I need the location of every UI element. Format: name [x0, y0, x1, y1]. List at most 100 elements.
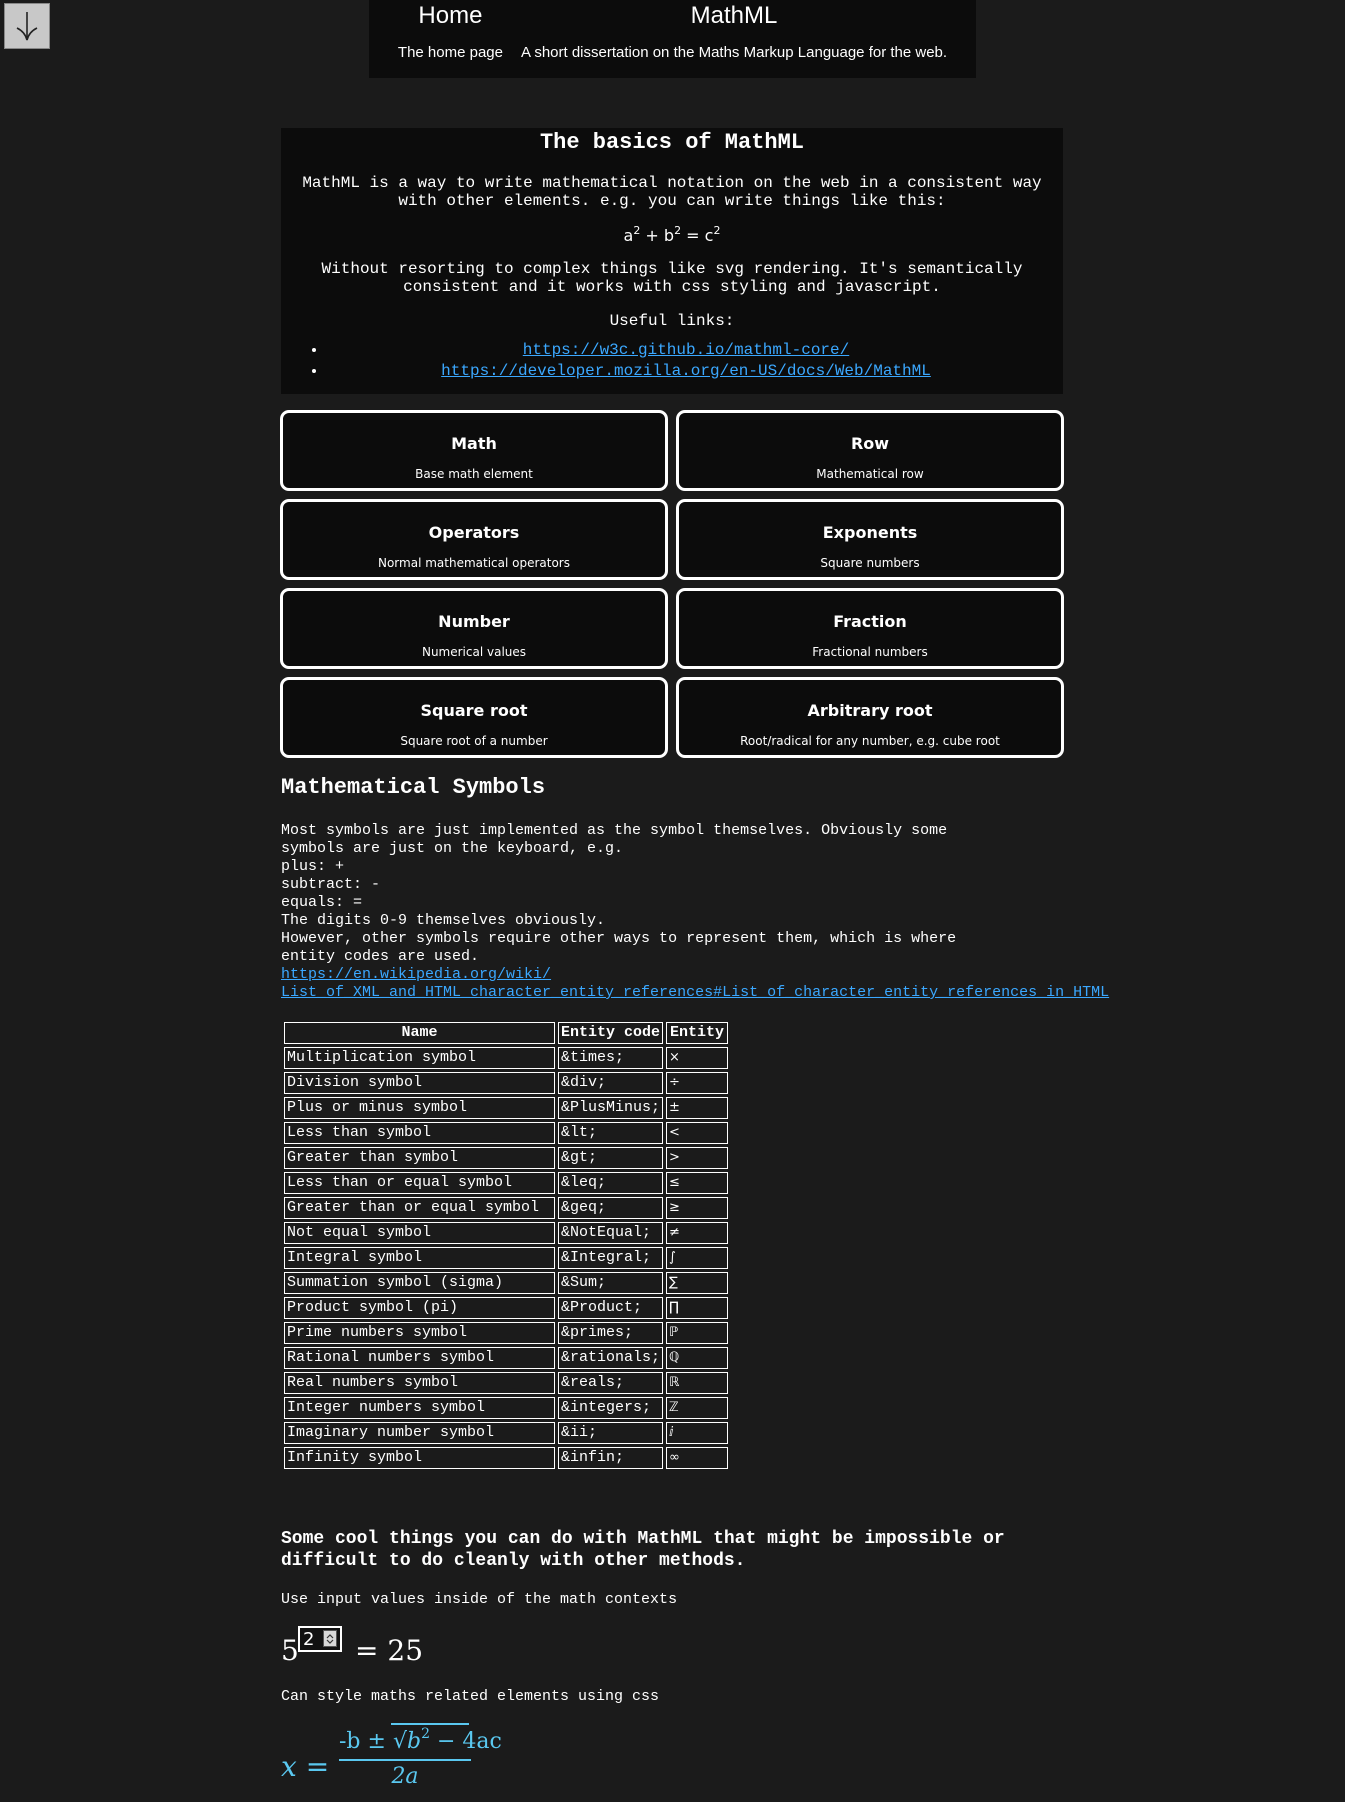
- entity-table: Name Entity code Entity Multiplication s…: [281, 1019, 731, 1472]
- cell-entity: ×: [666, 1047, 729, 1069]
- symbols-heading: Mathematical Symbols: [281, 775, 546, 800]
- table-row: Integral symbol &Integral; ∫: [284, 1247, 729, 1269]
- card-exponents[interactable]: Exponents Square numbers: [676, 499, 1064, 580]
- useful-links-list: https://w3c.github.io/mathml-core/ https…: [299, 340, 1045, 382]
- text-line: The digits 0-9 themselves obviously.: [281, 912, 606, 929]
- spinner-arrows-icon[interactable]: [323, 1630, 337, 1647]
- cell-code: &geq;: [558, 1197, 664, 1219]
- card-subtitle: Fractional numbers: [812, 645, 928, 659]
- cell-entity: <: [666, 1122, 729, 1144]
- cell-entity: ÷: [666, 1072, 729, 1094]
- cell-name: Product symbol (pi): [284, 1297, 555, 1319]
- nav-link-mathml[interactable]: MathML A short dissertation on the Maths…: [521, 0, 947, 78]
- pythagoras-equation: a2 + b2 = c2: [623, 224, 721, 245]
- table-row: Less than or equal symbol &leq; ≤: [284, 1172, 729, 1194]
- card-arbitrary-root[interactable]: Arbitrary root Root/radical for any numbe…: [676, 677, 1064, 758]
- cell-entity: >: [666, 1147, 729, 1169]
- card-subtitle: Base math element: [415, 467, 533, 481]
- card-title: Operators: [428, 523, 520, 542]
- scroll-down-button[interactable]: [4, 3, 50, 49]
- cell-name: Rational numbers symbol: [284, 1347, 555, 1369]
- cell-entity: ∏: [666, 1297, 729, 1319]
- cell-entity: ≠: [666, 1222, 729, 1244]
- card-subtitle: Mathematical row: [816, 467, 924, 481]
- entity-table-body: Multiplication symbol &times; × Division sy…: [284, 1047, 729, 1469]
- cell-name: Integral symbol: [284, 1247, 555, 1269]
- text-line: subtract: -: [281, 876, 381, 893]
- intro-panel: The basics of MathML MathML is a way to …: [281, 128, 1063, 394]
- quadratic-lhs: x =: [281, 1750, 330, 1783]
- cell-name: Plus or minus symbol: [284, 1097, 555, 1119]
- cell-code: &Product;: [558, 1297, 664, 1319]
- cell-code: &Sum;: [558, 1272, 664, 1294]
- list-item: https://developer.mozilla.org/en-US/docs…: [327, 361, 1045, 382]
- table-row: Prime numbers symbol &primes; ℙ: [284, 1322, 729, 1344]
- intro-paragraph-1: MathML is a way to write mathematical no…: [302, 174, 1042, 210]
- link-mathml-core[interactable]: https://w3c.github.io/mathml-core/: [523, 341, 849, 359]
- cell-entity: ℙ: [666, 1322, 729, 1344]
- cell-entity: ℝ: [666, 1372, 729, 1394]
- card-title: Square root: [420, 701, 528, 720]
- table-row: Real numbers symbol &reals; ℝ: [284, 1372, 729, 1394]
- cell-entity: ≤: [666, 1172, 729, 1194]
- table-row: Greater than symbol &gt; >: [284, 1147, 729, 1169]
- cell-code: &times;: [558, 1047, 664, 1069]
- quadratic-denominator: 2a: [391, 1764, 419, 1789]
- table-row: Multiplication symbol &times; ×: [284, 1047, 729, 1069]
- table-row: Not equal symbol &NotEqual; ≠: [284, 1222, 729, 1244]
- cell-name: Less than or equal symbol: [284, 1172, 555, 1194]
- cell-code: &lt;: [558, 1122, 664, 1144]
- css-style-text: Can style maths related elements using c…: [281, 1688, 660, 1705]
- card-operators[interactable]: Operators Normal mathematical operators: [280, 499, 668, 580]
- intro-paragraph-2: Without resorting to complex things like…: [321, 260, 1023, 296]
- table-row: Rational numbers symbol &rationals; ℚ: [284, 1347, 729, 1369]
- cell-name: Multiplication symbol: [284, 1047, 555, 1069]
- card-row[interactable]: Row Mathematical row: [676, 410, 1064, 491]
- topic-cards: Math Base math element Row Mathematical ro…: [280, 410, 1064, 758]
- nav-link-home[interactable]: Home The home page: [398, 0, 503, 78]
- cell-entity: ⅈ: [666, 1422, 729, 1444]
- cell-code: &div;: [558, 1072, 664, 1094]
- cell-code: &gt;: [558, 1147, 664, 1169]
- card-title: Row: [850, 434, 890, 453]
- cell-name: Imaginary number symbol: [284, 1422, 555, 1444]
- card-subtitle: Square root of a number: [400, 734, 548, 748]
- cell-name: Less than symbol: [284, 1122, 555, 1144]
- cell-entity: ∫: [666, 1247, 729, 1269]
- cell-name: Real numbers symbol: [284, 1372, 555, 1394]
- cool-things-heading: Some cool things you can do with MathML …: [281, 1529, 1005, 1571]
- card-fraction[interactable]: Fraction Fractional numbers: [676, 588, 1064, 669]
- card-title: Arbitrary root: [807, 701, 933, 720]
- card-square-root[interactable]: Square root Square root of a number: [280, 677, 668, 758]
- radical-bar: [391, 1723, 469, 1725]
- cell-code: &infin;: [558, 1447, 664, 1469]
- card-subtitle: Square numbers: [820, 556, 920, 570]
- cell-entity: ∑: [666, 1272, 729, 1294]
- top-navigation: Home The home page MathML A short disser…: [369, 0, 976, 78]
- table-row: Integer numbers symbol &integers; ℤ: [284, 1397, 729, 1419]
- cell-entity: ℚ: [666, 1347, 729, 1369]
- fraction-bar: [339, 1759, 471, 1761]
- column-header-code: Entity code: [558, 1022, 664, 1044]
- cell-entity: ±: [666, 1097, 729, 1119]
- card-math[interactable]: Math Base math element: [280, 410, 668, 491]
- table-row: Summation symbol (sigma) &Sum; ∑: [284, 1272, 729, 1294]
- column-header-name: Name: [284, 1022, 555, 1044]
- card-number[interactable]: Number Numerical values: [280, 588, 668, 669]
- column-header-entity: Entity: [666, 1022, 729, 1044]
- cell-code: &rationals;: [558, 1347, 664, 1369]
- nav-home-title: Home: [418, 2, 483, 29]
- nav-mathml-title: MathML: [690, 2, 778, 29]
- link-mdn-mathml[interactable]: https://developer.mozilla.org/en-US/docs…: [441, 362, 931, 380]
- card-subtitle: Normal mathematical operators: [377, 556, 570, 570]
- cell-name: Not equal symbol: [284, 1222, 555, 1244]
- cell-name: Greater than or equal symbol: [284, 1197, 555, 1219]
- quadratic-numerator: -b ± √b2 − 4ac: [339, 1726, 502, 1754]
- cell-code: &ii;: [558, 1422, 664, 1444]
- cell-name: Summation symbol (sigma): [284, 1272, 555, 1294]
- wikipedia-entity-link[interactable]: https://en.wikipedia.org/wiki/List_of_XM…: [281, 966, 1181, 1002]
- power-result: = 25: [355, 1634, 424, 1667]
- cell-code: &reals;: [558, 1372, 664, 1394]
- card-title: Exponents: [822, 523, 918, 542]
- cell-code: &Integral;: [558, 1247, 664, 1269]
